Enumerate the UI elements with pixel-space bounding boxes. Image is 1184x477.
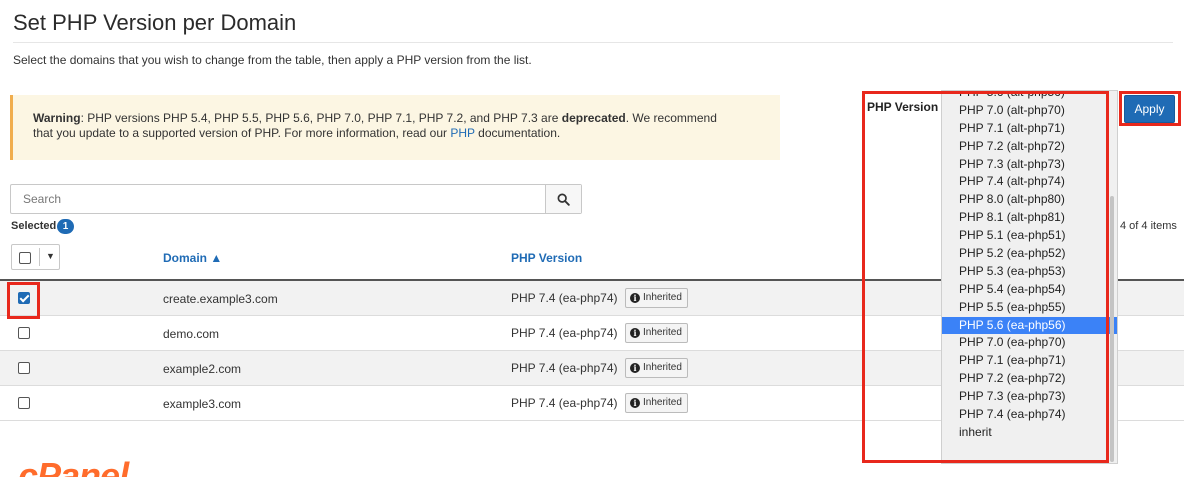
php-option[interactable]: PHP 7.1 (alt-php71): [942, 120, 1117, 138]
search-input[interactable]: [11, 185, 546, 213]
php-option[interactable]: PHP 5.5 (ea-php55): [942, 299, 1117, 317]
info-icon: i: [630, 398, 640, 408]
php-option[interactable]: PHP 5.4 (ea-php54): [942, 281, 1117, 299]
php-option[interactable]: PHP 7.1 (ea-php71): [942, 352, 1117, 370]
select-all-checkbox[interactable]: [19, 252, 31, 264]
inherited-badge-label: Inherited: [643, 292, 682, 303]
bulk-select-divider: [39, 248, 40, 266]
row-checkbox[interactable]: [18, 397, 30, 409]
php-option-selected[interactable]: PHP 5.6 (ea-php56): [942, 316, 1117, 335]
row-checkbox[interactable]: [18, 362, 30, 374]
php-option[interactable]: PHP 5.6 (alt-php56): [942, 91, 1117, 102]
info-icon: i: [630, 363, 640, 373]
page-intro: Select the domains that you wish to chan…: [13, 53, 532, 67]
logo-fragment: cPanel: [18, 455, 129, 477]
php-version-cell: PHP 7.4 (ea-php74): [511, 361, 618, 375]
search-box: [10, 184, 582, 214]
php-version-cell: PHP 7.4 (ea-php74): [511, 396, 618, 410]
row-checkbox[interactable]: [18, 327, 30, 339]
warning-text: : PHP versions PHP 5.4, PHP 5.5, PHP 5.6…: [80, 111, 562, 125]
inherited-badge: i Inherited: [625, 288, 688, 308]
php-version-select[interactable]: PHP 5.6 (alt-php56) PHP 7.0 (alt-php70) …: [941, 90, 1118, 464]
title-divider: [13, 42, 1173, 43]
php-option[interactable]: PHP 8.0 (alt-php80): [942, 191, 1117, 209]
bulk-select-control[interactable]: ▼: [11, 244, 60, 270]
warning-emphasis: deprecated: [561, 111, 626, 125]
php-option[interactable]: PHP 7.0 (ea-php70): [942, 334, 1117, 352]
inherited-badge-label: Inherited: [643, 327, 682, 338]
php-option[interactable]: PHP 7.3 (ea-php73): [942, 388, 1117, 406]
php-option[interactable]: PHP 7.0 (alt-php70): [942, 102, 1117, 120]
php-option[interactable]: PHP 5.1 (ea-php51): [942, 227, 1117, 245]
php-version-label: PHP Version: [867, 100, 939, 114]
inherited-badge: i Inherited: [625, 323, 688, 343]
inherited-badge-label: Inherited: [643, 397, 682, 408]
info-icon: i: [630, 328, 640, 338]
warning-text-2: that you update to a supported version o…: [33, 126, 451, 140]
domain-cell: demo.com: [163, 327, 220, 341]
inherited-badge: i Inherited: [625, 393, 688, 413]
selected-label: Selected: [11, 220, 57, 232]
inherited-badge-label: Inherited: [643, 362, 682, 373]
row-checkbox[interactable]: [18, 292, 30, 304]
php-option[interactable]: PHP 7.3 (alt-php73): [942, 156, 1117, 174]
php-option[interactable]: PHP 5.2 (ea-php52): [942, 245, 1117, 263]
php-option[interactable]: PHP 7.4 (ea-php74): [942, 406, 1117, 424]
apply-button[interactable]: Apply: [1124, 95, 1175, 123]
php-version-cell: PHP 7.4 (ea-php74): [511, 291, 618, 305]
php-option[interactable]: PHP 7.4 (alt-php74): [942, 173, 1117, 191]
column-header-domain[interactable]: Domain ▲: [163, 251, 222, 265]
warning-text-2-end: documentation.: [474, 126, 561, 140]
php-option[interactable]: PHP 8.1 (alt-php81): [942, 209, 1117, 227]
domain-cell: example3.com: [163, 397, 242, 411]
domain-cell: example2.com: [163, 362, 242, 376]
search-button[interactable]: [545, 185, 581, 213]
chevron-down-icon[interactable]: ▼: [46, 251, 55, 261]
warning-label: Warning: [33, 111, 81, 125]
column-header-php-version[interactable]: PHP Version: [511, 251, 582, 265]
inherited-badge: i Inherited: [625, 358, 688, 378]
warning-line-1: Warning: PHP versions PHP 5.4, PHP 5.5, …: [33, 111, 760, 126]
php-docs-link[interactable]: PHP: [450, 126, 474, 140]
selected-count-badge: 1: [57, 219, 74, 234]
php-select-scrollbar[interactable]: [1110, 196, 1114, 462]
search-icon: [557, 193, 570, 206]
domain-cell: create.example3.com: [163, 292, 278, 306]
deprecation-warning: Warning: PHP versions PHP 5.4, PHP 5.5, …: [10, 95, 780, 160]
php-option[interactable]: PHP 7.2 (alt-php72): [942, 138, 1117, 156]
php-version-cell: PHP 7.4 (ea-php74): [511, 326, 618, 340]
warning-text-end: . We recommend: [625, 111, 717, 125]
items-count: 4 of 4 items: [1120, 220, 1177, 232]
warning-line-2: that you update to a supported version o…: [33, 126, 760, 141]
php-option[interactable]: PHP 5.3 (ea-php53): [942, 263, 1117, 281]
info-icon: i: [630, 293, 640, 303]
php-option[interactable]: PHP 7.2 (ea-php72): [942, 370, 1117, 388]
php-option[interactable]: inherit: [942, 424, 1117, 442]
page-title: Set PHP Version per Domain: [13, 10, 297, 35]
